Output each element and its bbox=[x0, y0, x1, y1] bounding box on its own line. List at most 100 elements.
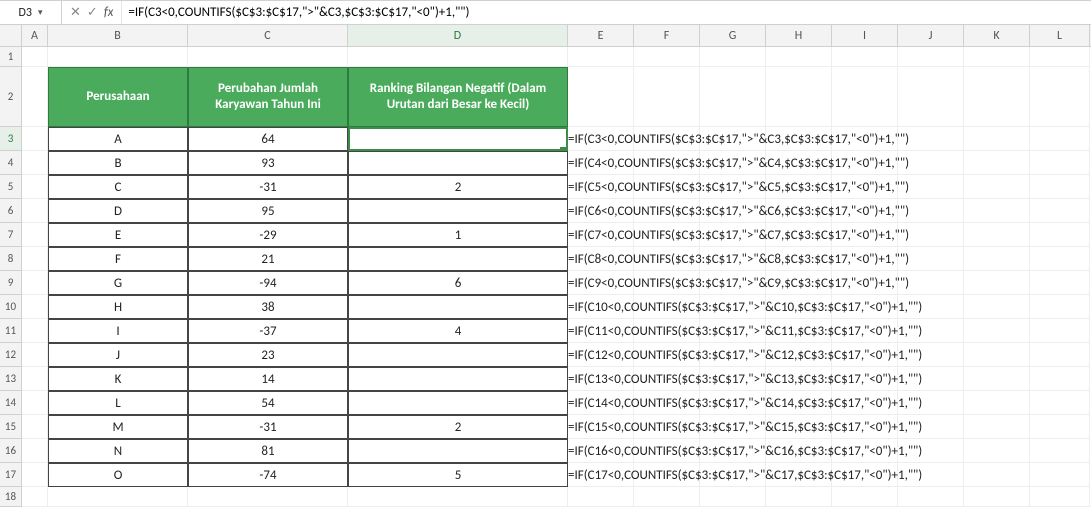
cell-F2[interactable] bbox=[634, 67, 700, 127]
cell-B7[interactable]: E bbox=[48, 223, 188, 247]
cell-C16[interactable]: 81 bbox=[188, 439, 348, 463]
cell-K12[interactable] bbox=[964, 343, 1030, 367]
accept-icon[interactable]: ✓ bbox=[87, 5, 98, 20]
cell-L16[interactable] bbox=[1030, 439, 1090, 463]
cell-A4[interactable] bbox=[22, 151, 48, 175]
select-all-corner[interactable] bbox=[0, 25, 22, 47]
cell-D16[interactable] bbox=[348, 439, 568, 463]
cell-K11[interactable] bbox=[964, 319, 1030, 343]
cell-C4[interactable]: 93 bbox=[188, 151, 348, 175]
cell-K18[interactable] bbox=[964, 487, 1030, 507]
cell-C5[interactable]: -31 bbox=[188, 175, 348, 199]
cell-L4[interactable] bbox=[1030, 151, 1090, 175]
cell-A12[interactable] bbox=[22, 343, 48, 367]
cell-K15[interactable] bbox=[964, 415, 1030, 439]
cell-K9[interactable] bbox=[964, 271, 1030, 295]
cell-J2[interactable] bbox=[898, 67, 964, 127]
cell-D15[interactable]: 2 bbox=[348, 415, 568, 439]
cell-K3[interactable] bbox=[964, 127, 1030, 151]
fx-icon[interactable]: fx bbox=[104, 5, 114, 20]
name-box[interactable]: D3 ▾ bbox=[0, 1, 62, 24]
col-header-K[interactable]: K bbox=[964, 25, 1030, 46]
cancel-icon[interactable]: ✕ bbox=[70, 5, 81, 20]
cell-B4[interactable]: B bbox=[48, 151, 188, 175]
table-header-perubahan[interactable]: Perubahan Jumlah Karyawan Tahun Ini bbox=[188, 67, 348, 127]
col-header-D[interactable]: D bbox=[348, 25, 568, 46]
cell-K17[interactable] bbox=[964, 463, 1030, 487]
cell-A6[interactable] bbox=[22, 199, 48, 223]
cell-B10[interactable]: H bbox=[48, 295, 188, 319]
cell-B11[interactable]: I bbox=[48, 319, 188, 343]
cell-L14[interactable] bbox=[1030, 391, 1090, 415]
cell-L10[interactable] bbox=[1030, 295, 1090, 319]
cell-K1[interactable] bbox=[964, 47, 1030, 67]
cell-L9[interactable] bbox=[1030, 271, 1090, 295]
row-header-15[interactable]: 15 bbox=[0, 415, 21, 439]
row-header-14[interactable]: 14 bbox=[0, 391, 21, 415]
col-header-A[interactable]: A bbox=[22, 25, 48, 46]
cell-C10[interactable]: 38 bbox=[188, 295, 348, 319]
cell-E1[interactable] bbox=[568, 47, 634, 67]
cell-D12[interactable] bbox=[348, 343, 568, 367]
row-header-6[interactable]: 6 bbox=[0, 199, 21, 223]
row-header-3[interactable]: 3 bbox=[0, 127, 21, 151]
cell-B1[interactable] bbox=[48, 47, 188, 67]
cell-F18[interactable] bbox=[634, 487, 700, 507]
cell-D3[interactable] bbox=[348, 127, 568, 151]
cell-I18[interactable] bbox=[832, 487, 898, 507]
cell-L3[interactable] bbox=[1030, 127, 1090, 151]
row-header-1[interactable]: 1 bbox=[0, 47, 21, 67]
cell-B12[interactable]: J bbox=[48, 343, 188, 367]
cell-A9[interactable] bbox=[22, 271, 48, 295]
col-header-L[interactable]: L bbox=[1030, 25, 1090, 46]
cell-C15[interactable]: -31 bbox=[188, 415, 348, 439]
cell-L8[interactable] bbox=[1030, 247, 1090, 271]
cell-A10[interactable] bbox=[22, 295, 48, 319]
cell-B16[interactable]: N bbox=[48, 439, 188, 463]
row-header-4[interactable]: 4 bbox=[0, 151, 21, 175]
cell-A7[interactable] bbox=[22, 223, 48, 247]
row-header-8[interactable]: 8 bbox=[0, 247, 21, 271]
cell-K13[interactable] bbox=[964, 367, 1030, 391]
spreadsheet-grid[interactable]: A B C D E F G H I J K L 1 2 3 4 5 6 7 8 … bbox=[0, 25, 1091, 522]
cell-C3[interactable]: 64 bbox=[188, 127, 348, 151]
cell-K4[interactable] bbox=[964, 151, 1030, 175]
cell-L15[interactable] bbox=[1030, 415, 1090, 439]
cell-C7[interactable]: -29 bbox=[188, 223, 348, 247]
cell-A3[interactable] bbox=[22, 127, 48, 151]
cell-D7[interactable]: 1 bbox=[348, 223, 568, 247]
cell-L13[interactable] bbox=[1030, 367, 1090, 391]
table-header-perusahaan[interactable]: Perusahaan bbox=[48, 67, 188, 127]
cell-H1[interactable] bbox=[766, 47, 832, 67]
cell-B14[interactable]: L bbox=[48, 391, 188, 415]
row-header-13[interactable]: 13 bbox=[0, 367, 21, 391]
cell-G1[interactable] bbox=[700, 47, 766, 67]
cell-B6[interactable]: D bbox=[48, 199, 188, 223]
cell-K14[interactable] bbox=[964, 391, 1030, 415]
cell-K7[interactable] bbox=[964, 223, 1030, 247]
cell-D1[interactable] bbox=[348, 47, 568, 67]
cell-B17[interactable]: O bbox=[48, 463, 188, 487]
cell-L18[interactable] bbox=[1030, 487, 1090, 507]
col-header-G[interactable]: G bbox=[700, 25, 766, 46]
row-header-11[interactable]: 11 bbox=[0, 319, 21, 343]
cell-I1[interactable] bbox=[832, 47, 898, 67]
cell-L5[interactable] bbox=[1030, 175, 1090, 199]
cell-C18[interactable] bbox=[188, 487, 348, 507]
cell-E18[interactable] bbox=[568, 487, 634, 507]
cell-B15[interactable]: M bbox=[48, 415, 188, 439]
cell-B9[interactable]: G bbox=[48, 271, 188, 295]
cell-D18[interactable] bbox=[348, 487, 568, 507]
cell-C13[interactable]: 14 bbox=[188, 367, 348, 391]
cell-A5[interactable] bbox=[22, 175, 48, 199]
cell-C9[interactable]: -94 bbox=[188, 271, 348, 295]
cell-L7[interactable] bbox=[1030, 223, 1090, 247]
row-header-16[interactable]: 16 bbox=[0, 439, 21, 463]
row-header-9[interactable]: 9 bbox=[0, 271, 21, 295]
row-header-2[interactable]: 2 bbox=[0, 67, 21, 127]
col-header-H[interactable]: H bbox=[766, 25, 832, 46]
cell-D9[interactable]: 6 bbox=[348, 271, 568, 295]
cell-A17[interactable] bbox=[22, 463, 48, 487]
cell-D10[interactable] bbox=[348, 295, 568, 319]
cell-A13[interactable] bbox=[22, 367, 48, 391]
